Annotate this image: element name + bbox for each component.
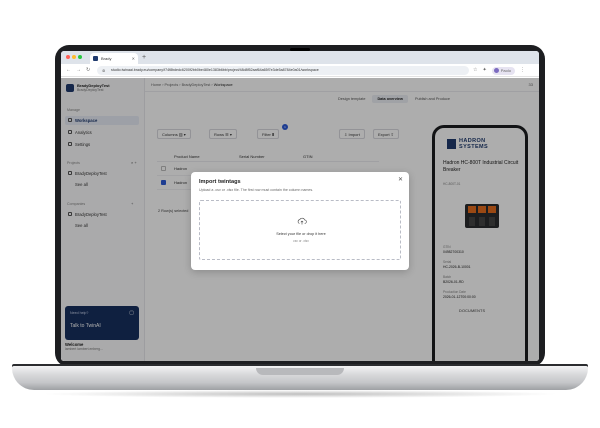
back-icon[interactable]: ← [66,66,71,75]
dropzone-text: Select your file or drop it here [276,232,326,236]
address-bar: ← → ↻ ⊜ studio.twinaai.brady.eu/company/… [61,64,539,77]
profile-name: Paolo [500,68,511,73]
browser-tab-bar: Brady ✕ + [61,51,539,64]
reload-icon[interactable]: ↻ [86,66,90,75]
site-info-icon[interactable]: ⊜ [102,66,105,75]
minimize-window-button[interactable] [72,55,76,59]
import-modal: Import twintags ✕ Upload a .csv or .xlsx… [191,172,409,270]
window-controls [66,55,82,59]
nav-buttons: ← → ↻ [66,66,90,75]
dropzone-formats: csv or .xlsx [293,239,309,243]
new-tab-button[interactable]: + [142,53,146,63]
browser-tab[interactable]: Brady ✕ [90,53,138,64]
profile-button[interactable]: Paolo [491,66,515,75]
maximize-window-button[interactable] [78,55,82,59]
avatar [493,68,499,73]
favicon-icon [93,56,98,61]
modal-description: Upload a .csv or .xlsx file. The first r… [199,188,314,192]
bookmark-star-icon[interactable]: ☆ [473,66,477,75]
menu-icon[interactable]: ⋮ [520,66,525,75]
url-text: studio.twinaai.brady.eu/company/f74f8bde… [111,68,319,72]
stage: Brady ✕ + ← → ↻ ⊜ studio.twinaai.brady.e… [0,0,600,428]
tab-title: Brady [101,56,112,61]
modal-title: Import twintags [199,179,241,185]
url-field[interactable]: ⊜ studio.twinaai.brady.eu/company/f74f8b… [97,66,469,75]
forward-icon[interactable]: → [76,66,81,75]
close-window-button[interactable] [66,55,70,59]
extensions-icon[interactable]: ✦ [482,66,486,75]
screen: Brady ✕ + ← → ↻ ⊜ studio.twinaai.brady.e… [61,51,539,361]
browser-actions: ☆ ✦ Paolo ⋮ [473,66,525,75]
file-dropzone[interactable]: Select your file or drop it here csv or … [199,200,401,260]
close-tab-icon[interactable]: ✕ [132,53,135,64]
close-icon[interactable]: ✕ [398,176,403,183]
upload-cloud-icon [297,217,307,225]
laptop-shadow [40,390,560,398]
laptop-thumb-notch [256,368,344,375]
